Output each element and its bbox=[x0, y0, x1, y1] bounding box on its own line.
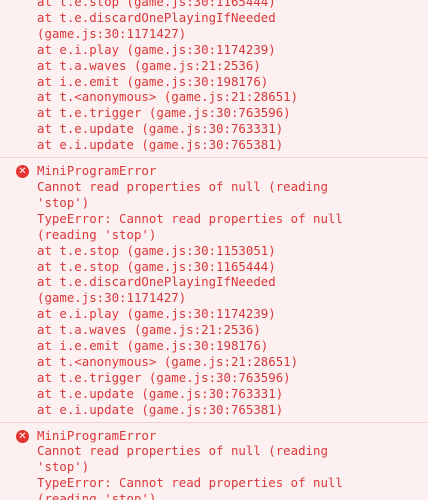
error-message: 'stop') bbox=[37, 459, 90, 475]
stack-line: at t.e.trigger (game.js:30:763596) bbox=[37, 105, 291, 121]
stack-line: at t.e.trigger (game.js:30:763596) bbox=[37, 369, 291, 385]
error-title: MiniProgramError bbox=[37, 427, 157, 443]
stack-line: at i.e.emit (game.js:30:198176) bbox=[37, 338, 269, 354]
stack-line: (game.js:30:1171427) bbox=[37, 290, 187, 306]
stack-line: at t.<anonymous> (game.js:21:28651) bbox=[37, 89, 299, 105]
stack-line: at t.<anonymous> (game.js:21:28651) bbox=[37, 353, 299, 369]
error-message: (reading 'stop') bbox=[37, 226, 157, 242]
error-message: TypeError: Cannot read properties of nul… bbox=[37, 475, 343, 491]
error-icon: ✕ bbox=[16, 429, 29, 443]
error-title: MiniProgramError bbox=[37, 163, 157, 179]
stack-line: at t.e.discardOnePlayingIfNeeded bbox=[37, 9, 276, 25]
error-message: TypeError: Cannot read properties of nul… bbox=[37, 210, 343, 226]
console-error-entry[interactable]: at t.e.stop (game.js:30:1165444) at t.e.… bbox=[0, 0, 428, 159]
stack-line: at t.e.update (game.js:30:763331) bbox=[37, 121, 284, 137]
stack-line: at e.i.play (game.js:30:1174239) bbox=[37, 306, 276, 322]
stack-line: at t.e.update (game.js:30:763331) bbox=[37, 385, 284, 401]
stack-line: at t.e.stop (game.js:30:1165444) bbox=[37, 0, 276, 9]
stack-line: at t.a.waves (game.js:21:2536) bbox=[37, 57, 261, 73]
stack-line: at t.a.waves (game.js:21:2536) bbox=[37, 322, 261, 338]
stack-line: at e.i.play (game.js:30:1174239) bbox=[37, 41, 276, 57]
stack-line: at t.e.stop (game.js:30:1165444) bbox=[37, 258, 276, 274]
stack-line: at t.e.discardOnePlayingIfNeeded bbox=[37, 274, 276, 290]
error-message: Cannot read properties of null (reading bbox=[37, 443, 328, 459]
console-panel: at t.e.stop (game.js:30:1165444) at t.e.… bbox=[0, 0, 428, 500]
console-error-entry[interactable]: ✕ MiniProgramError Cannot read propertie… bbox=[0, 423, 428, 500]
stack-line: at e.i.update (game.js:30:765381) bbox=[37, 137, 284, 153]
error-message: Cannot read properties of null (reading bbox=[37, 178, 328, 194]
stack-line: at e.i.update (game.js:30:765381) bbox=[37, 401, 284, 417]
stack-line: at i.e.emit (game.js:30:198176) bbox=[37, 73, 269, 89]
error-icon: ✕ bbox=[16, 165, 29, 179]
stack-line: (game.js:30:1171427) bbox=[37, 25, 187, 41]
console-error-entry[interactable]: ✕ MiniProgramError Cannot read propertie… bbox=[0, 158, 428, 423]
stack-line: at t.e.stop (game.js:30:1153051) bbox=[37, 242, 276, 258]
error-message: (reading 'stop') bbox=[37, 491, 157, 500]
error-message: 'stop') bbox=[37, 194, 90, 210]
